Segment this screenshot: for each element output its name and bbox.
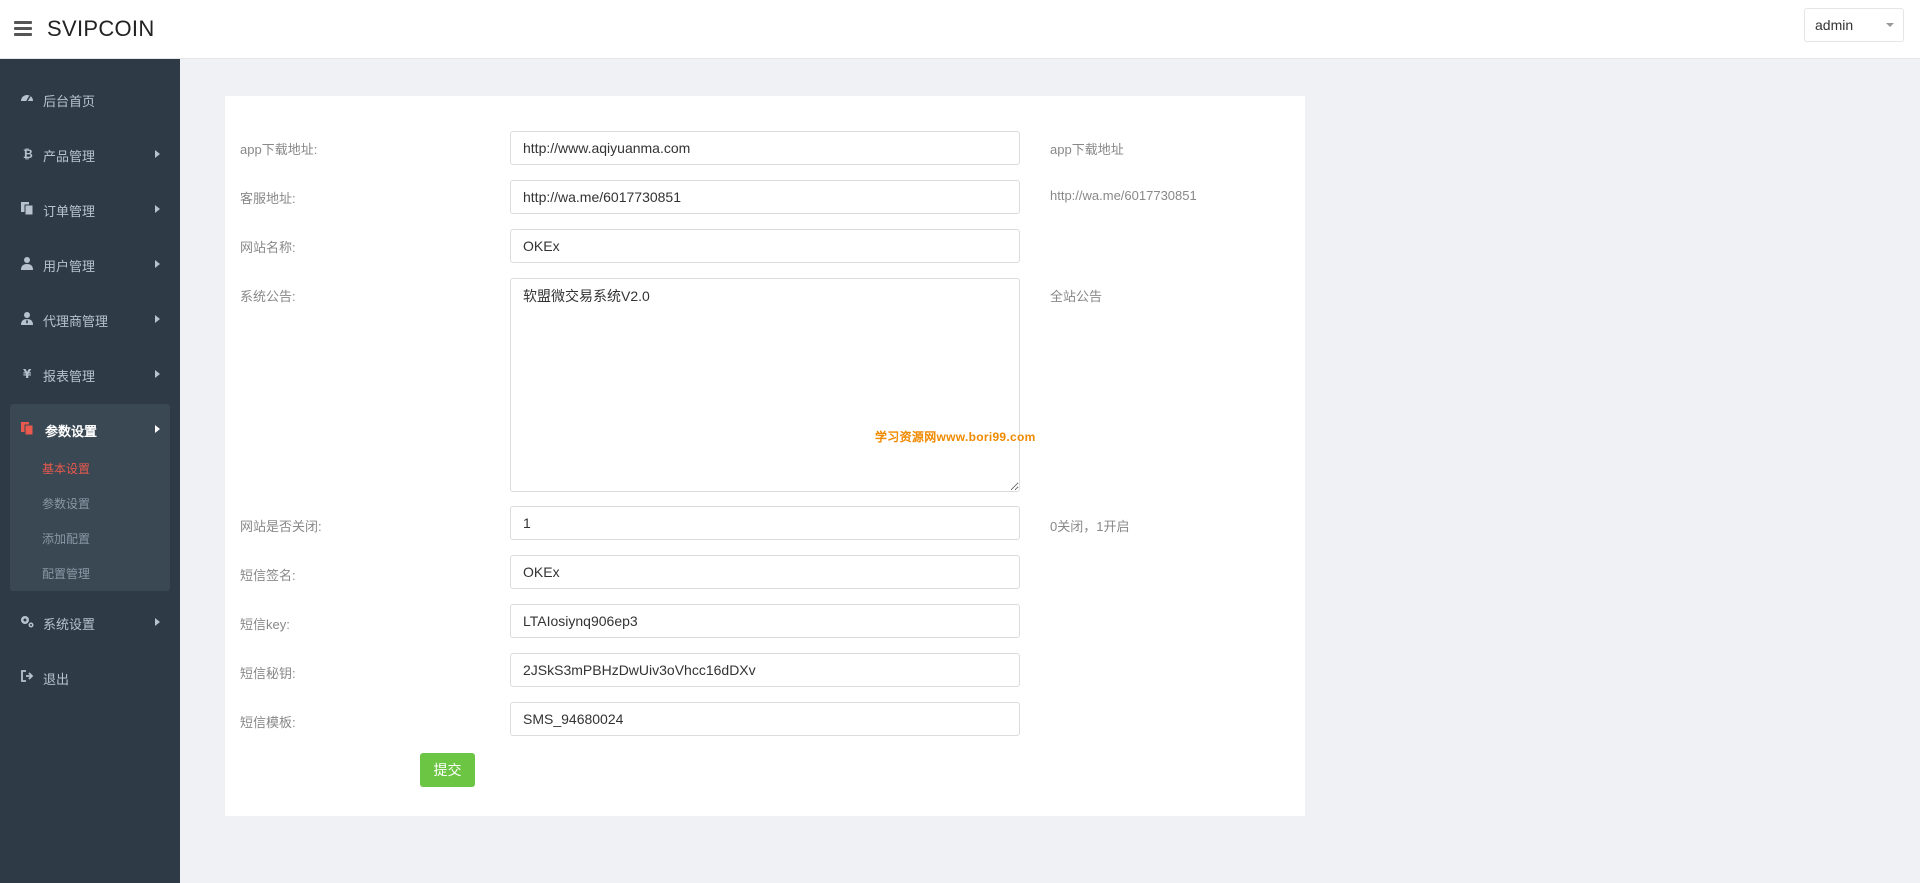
settings-form-panel: app下载地址: app下载地址 客服地址: http://wa.me/6017… <box>225 96 1305 816</box>
chevron-right-icon <box>155 260 160 268</box>
sidebar-item-system[interactable]: 系统设置 <box>0 602 180 642</box>
sidebar-subitem-param-settings[interactable]: 参数设置 <box>42 495 90 512</box>
user-dropdown[interactable]: admin <box>1804 8 1904 42</box>
sidebar-group-params: 参数设置 基本设置 参数设置 添加配置 配置管理 <box>10 404 170 591</box>
sms-signature-input[interactable] <box>510 555 1020 589</box>
sms-secret-label: 短信秘钥: <box>240 666 296 681</box>
sidebar-item-reports[interactable]: ¥ 报表管理 <box>0 354 180 394</box>
chevron-right-icon <box>155 205 160 213</box>
submit-button[interactable]: 提交 <box>420 753 475 787</box>
site-name-label: 网站名称: <box>240 240 296 255</box>
sidebar-item-logout[interactable]: 退出 <box>0 657 180 697</box>
sidebar-item-label: 后台首页 <box>43 94 96 109</box>
chevron-right-icon <box>155 618 160 626</box>
dashboard-icon <box>21 95 33 102</box>
sms-signature-label: 短信签名: <box>240 568 296 583</box>
announcement-hint: 全站公告 <box>1050 289 1103 304</box>
sms-key-label: 短信key: <box>240 617 290 632</box>
sidebar-item-label: 用户管理 <box>43 259 96 274</box>
chevron-right-icon <box>155 425 160 433</box>
site-closed-input[interactable] <box>510 506 1020 540</box>
sidebar-item-label: 代理商管理 <box>43 314 109 329</box>
user-name: admin <box>1815 17 1854 33</box>
sidebar-subitem-basic-settings[interactable]: 基本设置 <box>42 460 90 477</box>
app-download-hint: app下载地址 <box>1050 142 1124 157</box>
user-tie-icon <box>21 312 33 325</box>
sms-template-input[interactable] <box>510 702 1020 736</box>
site-closed-hint: 0关闭，1开启 <box>1050 519 1130 534</box>
sidebar-item-agents[interactable]: 代理商管理 <box>0 299 180 339</box>
app-download-input[interactable] <box>510 131 1020 165</box>
sms-secret-input[interactable] <box>510 653 1020 687</box>
site-name-input[interactable] <box>510 229 1020 263</box>
support-url-input[interactable] <box>510 180 1020 214</box>
sidebar-subitem-config-manage[interactable]: 配置管理 <box>42 565 90 582</box>
top-header: SVIPCOIN admin <box>0 0 1920 59</box>
caret-down-icon <box>1886 23 1894 27</box>
sidebar-item-params[interactable]: 参数设置 <box>10 404 170 454</box>
sidebar-item-label: 报表管理 <box>43 369 96 384</box>
gears-icon <box>21 616 34 628</box>
chevron-right-icon <box>155 150 160 158</box>
svg-text:¥: ¥ <box>23 367 32 380</box>
copy-icon <box>21 202 34 215</box>
sign-out-icon <box>21 670 34 682</box>
support-url-label: 客服地址: <box>240 191 296 206</box>
files-icon <box>21 422 34 435</box>
announcement-label: 系统公告: <box>240 289 296 304</box>
sidebar-subitem-add-config[interactable]: 添加配置 <box>42 530 90 547</box>
hamburger-menu-icon[interactable] <box>14 21 32 36</box>
user-icon <box>21 257 33 270</box>
sidebar-item-label: 退出 <box>43 672 70 687</box>
sidebar-item-label: 系统设置 <box>43 617 96 632</box>
sidebar-item-label: 产品管理 <box>43 149 96 164</box>
sms-key-input[interactable] <box>510 604 1020 638</box>
announcement-textarea[interactable]: 软盟微交易系统V2.0 <box>510 278 1020 492</box>
sms-template-label: 短信模板: <box>240 715 296 730</box>
sidebar-item-dashboard[interactable]: 后台首页 <box>0 79 180 119</box>
sidebar-item-orders[interactable]: 订单管理 <box>0 189 180 229</box>
sidebar-item-products[interactable]: ₿ 产品管理 <box>0 134 180 174</box>
brand-logo: SVIPCOIN <box>47 16 155 41</box>
support-url-hint: http://wa.me/6017730851 <box>1050 188 1197 203</box>
watermark-text: 学习资源网www.bori99.com <box>875 430 1036 444</box>
chevron-right-icon <box>155 315 160 323</box>
bitcoin-icon: ₿ <box>23 147 33 160</box>
sidebar-item-users[interactable]: 用户管理 <box>0 244 180 284</box>
chevron-right-icon <box>155 370 160 378</box>
svg-text:₿: ₿ <box>23 147 33 160</box>
sidebar-item-label: 订单管理 <box>43 204 96 219</box>
sidebar: 后台首页 ₿ 产品管理 订单管理 用户管理 代理商管理 ¥ 报表管理 参数设置 … <box>0 59 180 883</box>
app-download-label: app下载地址: <box>240 142 318 157</box>
sidebar-item-label: 参数设置 <box>45 424 98 439</box>
site-closed-label: 网站是否关闭: <box>240 519 322 534</box>
yen-icon: ¥ <box>23 367 32 380</box>
